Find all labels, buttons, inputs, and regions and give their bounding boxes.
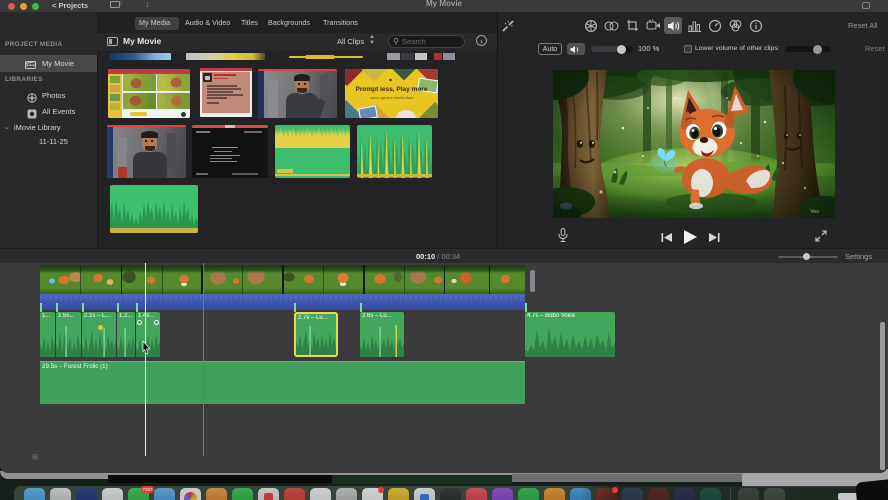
svg-text:Veo: Veo <box>810 209 819 215</box>
